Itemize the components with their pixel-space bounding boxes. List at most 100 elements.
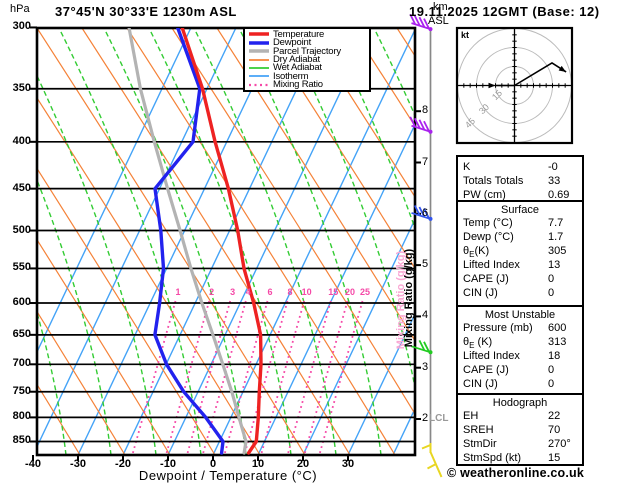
- mixing-ratio-axis-label: Mixing Ratio (g/kg): [403, 248, 415, 348]
- pressure-unit-label: hPa: [10, 3, 30, 15]
- index-name: Lifted Index: [463, 350, 520, 362]
- index-name: Dewp (°C): [463, 231, 514, 243]
- indices-row: Lifted Index 18: [458, 349, 582, 363]
- pressure-tick-label: 550: [12, 261, 31, 274]
- index-value: 13: [548, 259, 561, 271]
- indices-row: θE(K) 305: [458, 244, 582, 259]
- indices-section: Most Unstable Pressure (mb) 600 θE (K) 313 Li…: [456, 305, 584, 395]
- mixing-ratio-label: 1: [175, 287, 181, 297]
- km-tick-label: 8: [422, 104, 429, 117]
- index-value: 0: [548, 364, 555, 376]
- indices-section: K -0 Totals Totals 33 PW (cm) 0.69: [456, 155, 584, 202]
- indices-row: CIN (J) 0: [458, 286, 582, 300]
- lcl-marker-label: LCL: [429, 413, 449, 424]
- pressure-tick-label: 850: [12, 434, 31, 447]
- index-value: 0: [548, 287, 555, 299]
- pressure-tick-label: 600: [12, 296, 31, 309]
- hodograph-unit-label: kt: [461, 30, 470, 40]
- km-tick-label: 2: [422, 412, 429, 424]
- temp-tick-label: -30: [70, 458, 86, 470]
- km-tick-label: 5: [422, 258, 429, 271]
- mixing-ratio-label: 3: [230, 287, 236, 297]
- indices-section-header: Surface: [501, 204, 539, 216]
- indices-row: Lifted Index 13: [458, 258, 582, 272]
- mixing-ratio-label: 6: [267, 287, 273, 297]
- temp-tick-label: 30: [341, 458, 355, 470]
- temp-tick-label: -40: [25, 458, 41, 470]
- legend-item: Mixing Ratio: [245, 79, 369, 91]
- indices-row: StmSpd (kt) 15: [458, 451, 582, 465]
- index-name: StmSpd (kt): [463, 452, 522, 464]
- index-name: SREH: [463, 424, 494, 436]
- km-tick-label: 3: [422, 360, 429, 373]
- index-value: 70: [548, 424, 561, 436]
- index-value: 270°: [548, 438, 571, 450]
- indices-section-header: Most Unstable: [484, 309, 556, 321]
- index-value: 305: [548, 245, 567, 257]
- skewt-sounding-page: hPa 37°45'N 30°33'E 1230m ASL km ASL 19.…: [0, 0, 629, 486]
- pressure-tick-label: 800: [12, 410, 31, 423]
- mixing-ratio-label: 2: [209, 287, 215, 297]
- indices-row: EH 22: [458, 409, 582, 423]
- legend-line-sample: [249, 58, 269, 61]
- pressure-tick-label: 500: [12, 223, 31, 236]
- index-value: 313: [548, 336, 567, 348]
- temp-tick-label: -20: [115, 458, 131, 470]
- mixing-ratio-label: 20: [344, 287, 356, 297]
- index-value: 22: [548, 410, 561, 422]
- legend-line-sample: [249, 75, 269, 78]
- pressure-tick-label: 300: [12, 20, 31, 33]
- pressure-tick-label: 650: [12, 327, 31, 340]
- index-name: StmDir: [463, 438, 497, 450]
- index-value: 33: [548, 175, 561, 187]
- index-name: Totals Totals: [463, 175, 524, 187]
- index-value: 1.7: [548, 231, 564, 243]
- mixing-ratio-label: 8: [287, 287, 293, 297]
- mixing-ratio-label: 25: [359, 287, 371, 297]
- index-value: 15: [548, 452, 561, 464]
- index-value: -0: [548, 161, 558, 173]
- indices-section-header: Hodograph: [492, 397, 548, 409]
- km-tick-label: 7: [422, 155, 429, 168]
- index-name: EH: [463, 410, 479, 422]
- indices-row: K -0: [458, 160, 582, 174]
- pressure-tick-label: 700: [12, 357, 31, 370]
- indices-row: SREH 70: [458, 423, 582, 437]
- index-name: CIN (J): [463, 287, 498, 299]
- x-axis-title: Dewpoint / Temperature (°C): [138, 468, 318, 483]
- indices-row: StmDir 270°: [458, 437, 582, 451]
- indices-row: θE (K) 313: [458, 335, 582, 350]
- pressure-tick-label: 750: [12, 384, 31, 397]
- legend: Temperature Dewpoint Parcel Trajectory Dry …: [243, 27, 371, 92]
- index-value: 0: [548, 378, 555, 390]
- legend-item-label: Mixing Ratio: [273, 79, 323, 91]
- index-value: 7.7: [548, 217, 564, 229]
- watermark: © weatheronline.co.uk: [447, 466, 585, 480]
- mixing-ratio-label: 15: [328, 287, 339, 297]
- index-value: 600: [548, 322, 567, 334]
- mixing-ratio-label: 10: [301, 287, 312, 297]
- indices-row: CAPE (J) 0: [458, 272, 582, 286]
- index-name: CAPE (J): [463, 364, 509, 376]
- index-name: CIN (J): [463, 378, 498, 390]
- legend-line-sample: [249, 49, 269, 53]
- legend-line-sample: [249, 32, 269, 37]
- index-value: 18: [548, 350, 561, 362]
- indices-section: Surface Temp (°C) 7.7 Dewp (°C) 1.7 θE(K) 305 L…: [456, 200, 584, 307]
- indices-row: CAPE (J) 0: [458, 363, 582, 377]
- indices-row: Totals Totals 33: [458, 174, 582, 188]
- index-name: Pressure (mb): [463, 322, 533, 334]
- index-name: CAPE (J): [463, 273, 509, 285]
- run-date-label: 19.11.2025 12GMT (Base: 12): [409, 4, 600, 19]
- index-name: Lifted Index: [463, 259, 520, 271]
- indices-section: Hodograph EH 22 SREH 70 StmDir 270° StmSpd (kt)…: [456, 393, 584, 466]
- pressure-tick-label: 400: [12, 134, 31, 147]
- page-title: 37°45'N 30°33'E 1230m ASL: [55, 4, 237, 19]
- index-name: Temp (°C): [463, 217, 513, 229]
- legend-line-sample: [249, 66, 269, 69]
- mixing-ratio-label: 4: [245, 287, 251, 297]
- pressure-tick-label: 350: [12, 81, 31, 94]
- km-tick-label: 6: [422, 206, 429, 219]
- legend-line-sample: [249, 83, 269, 86]
- indices-row: Dewp (°C) 1.7: [458, 230, 582, 244]
